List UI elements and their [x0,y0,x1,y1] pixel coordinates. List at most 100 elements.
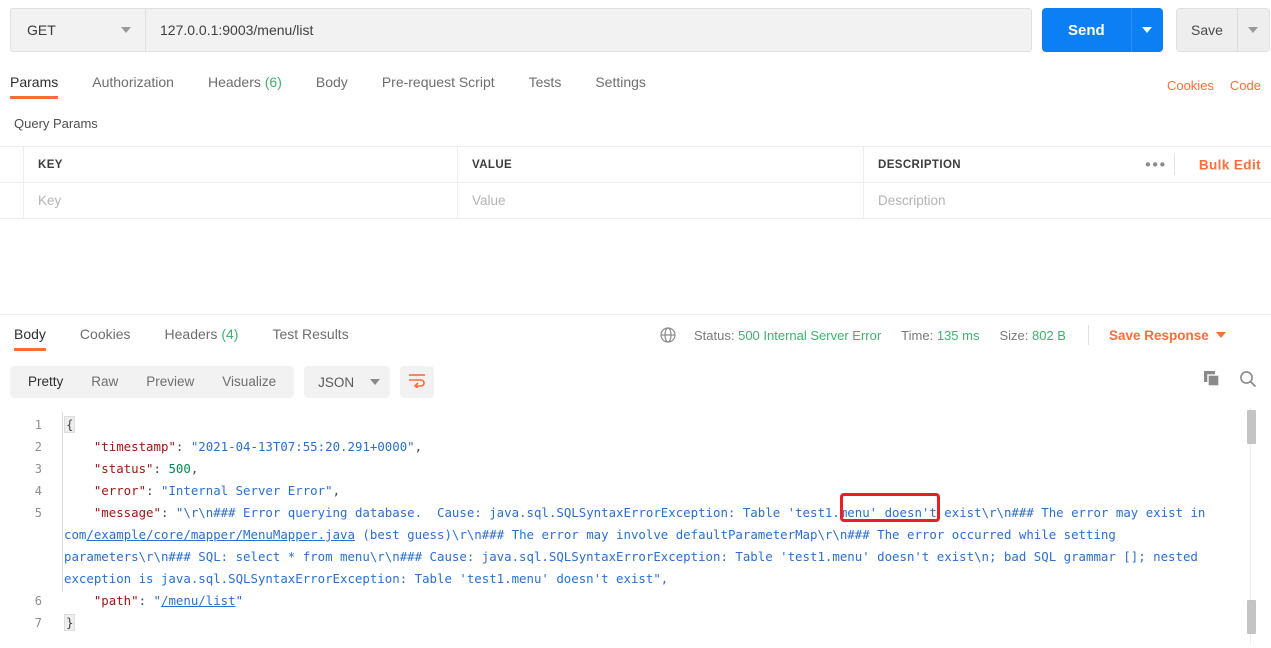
line-number: 1 [34,418,42,432]
bulk-edit-link[interactable]: Bulk Edit [1199,157,1261,172]
divider [1087,325,1089,345]
view-mode-preview[interactable]: Preview [132,366,208,398]
tab-label: Body [315,74,348,90]
query-params-title: Query Params [14,116,98,131]
json-key-timestamp: "timestamp" [93,439,176,454]
size-value: 802 B [1032,327,1066,343]
globe-icon [660,327,676,343]
table-header-row: KEY VALUE DESCRIPTION ••• Bulk Edit [0,147,1271,183]
response-divider [0,314,1271,315]
tab-label: Cookies [79,326,131,342]
response-body-code[interactable]: 1 2 3 4 5 6 7 { "timestamp": "2021-04-13… [0,405,1271,648]
scrollbar-thumb[interactable] [1247,410,1256,444]
json-key-path: "path" [93,593,139,608]
tab-tests[interactable]: Tests [529,70,562,99]
response-body-actions [1203,370,1257,393]
response-tab-test-results[interactable]: Test Results [272,322,348,351]
json-value-message-part1: "\r\n### Error querying database. Cause:… [175,505,788,520]
path-link[interactable]: /menu/list [161,593,236,608]
send-options-button[interactable] [1130,8,1163,52]
response-tab-headers[interactable]: Headers (4) [165,322,239,351]
tab-label: Headers [207,74,261,90]
headers-count: (6) [264,74,282,90]
chevron-down-icon [1248,27,1259,33]
tab-label: Headers [164,326,218,342]
format-label: JSON [318,374,355,390]
cookies-link[interactable]: Cookies [1167,78,1214,93]
view-mode-group: Pretty Raw Preview Visualize [10,366,295,398]
status-item: Status: 500 Internal Server Error [694,328,881,343]
send-button[interactable]: Send [1042,8,1131,52]
code-fold-guide [62,412,63,592]
divider [1174,154,1175,175]
param-description-input[interactable]: Description [864,183,1271,218]
save-response-button[interactable]: Save Response [1109,328,1226,343]
tab-body[interactable]: Body [316,70,348,99]
copy-icon[interactable] [1203,370,1221,393]
time-item: Time: 135 ms [901,328,979,343]
row-check-cell[interactable] [0,183,24,218]
json-close-brace: } [64,614,76,631]
param-value-input[interactable]: Value [458,183,864,218]
tab-params[interactable]: Params [10,70,59,99]
ellipsis-icon[interactable]: ••• [1145,156,1167,173]
json-open-brace: { [64,416,76,433]
line-number: 4 [34,484,42,498]
tab-label: Params [10,74,59,90]
mapper-file-link[interactable]: /example/core/mapper/MenuMapper.java [86,527,355,542]
table-row: Key Value Description [0,183,1271,219]
json-value-message-highlight: 'test1.menu' [787,505,878,520]
param-key-input[interactable]: Key [24,183,458,218]
json-key-error: "error" [93,483,147,498]
tab-label: Pre-request Script [381,74,495,90]
response-headers-count: (4) [221,326,239,342]
tab-label: Test Results [272,326,349,342]
response-tab-cookies[interactable]: Cookies [80,322,131,351]
response-meta: Status: 500 Internal Server Error Time: … [660,325,1226,345]
save-button-group: Save [1176,8,1270,52]
tab-label: Settings [595,74,646,90]
view-mode-pretty[interactable]: Pretty [14,366,77,398]
format-selector[interactable]: JSON [304,366,391,398]
header-check-cell [0,147,24,182]
request-links: Cookies Code [1167,78,1261,93]
line-number: 6 [34,594,42,608]
tab-headers[interactable]: Headers (6) [208,70,282,99]
tab-pre-request-script[interactable]: Pre-request Script [382,70,495,99]
request-tabs: Params Authorization Headers (6) Body Pr… [10,70,680,104]
json-content: { "timestamp": "2021-04-13T07:55:20.291+… [64,416,1213,631]
header-key: KEY [24,147,458,182]
search-icon[interactable] [1239,370,1257,393]
request-url-input[interactable] [146,9,1031,51]
request-url-bar: GET [10,8,1032,52]
word-wrap-icon [408,372,426,393]
query-params-table: KEY VALUE DESCRIPTION ••• Bulk Edit Key … [0,146,1271,219]
scrollbar-thumb-secondary[interactable] [1247,600,1256,634]
size-item: Size: 802 B [999,328,1066,343]
json-value-error: "Internal Server Error" [160,483,333,498]
save-options-button[interactable] [1236,9,1269,51]
word-wrap-button[interactable] [400,366,435,398]
json-key-message: "message" [93,505,161,520]
save-response-label: Save Response [1108,327,1209,343]
chevron-down-icon [1215,332,1226,338]
tab-label: Tests [528,74,562,90]
response-tabs: Body Cookies Headers (4) Test Results [8,322,383,351]
line-number: 7 [34,616,42,630]
tab-authorization[interactable]: Authorization [92,70,174,99]
postman-window: GET Send Save Params Authorization Heade… [0,0,1271,648]
line-number-gutter: 1 2 3 4 5 6 7 [0,405,56,648]
save-button[interactable]: Save [1177,9,1237,51]
tab-settings[interactable]: Settings [595,70,646,99]
chevron-down-icon [1142,27,1153,33]
line-number: 3 [34,462,42,476]
view-mode-visualize[interactable]: Visualize [208,366,290,398]
tab-label: Body [14,326,46,342]
chevron-down-icon [370,379,381,385]
header-description-label: DESCRIPTION [878,158,961,171]
view-mode-raw[interactable]: Raw [77,366,132,398]
response-tab-body[interactable]: Body [14,322,46,351]
code-link[interactable]: Code [1230,78,1261,93]
http-method-selector[interactable]: GET [11,9,146,51]
time-label: Time: [901,327,934,343]
